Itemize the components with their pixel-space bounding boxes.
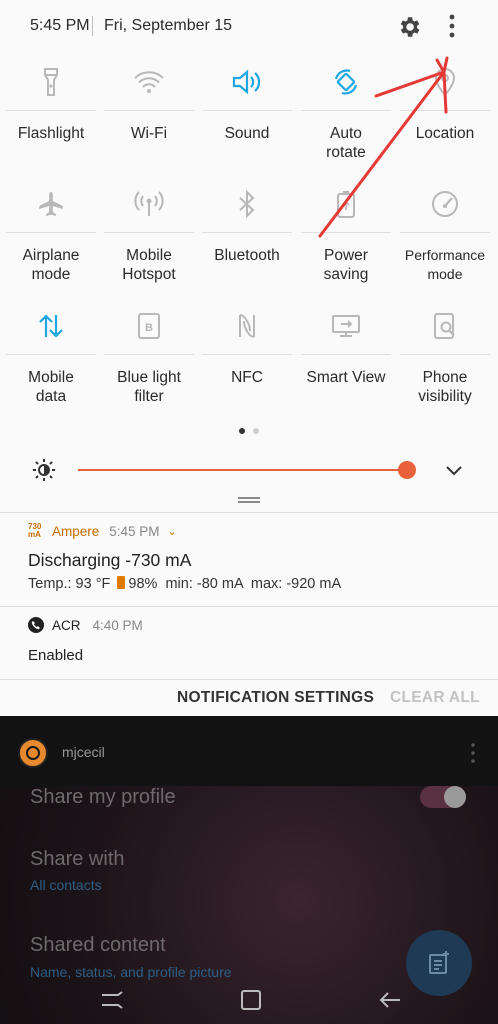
brightness-sun-icon [33,459,55,481]
wifi-icon [134,71,164,93]
notification-detail: Temp.: 93 °F 98% min: -80 mA max: -920 m… [28,576,342,592]
hotspot-icon [134,191,164,216]
brightness-row [0,452,498,488]
notification-title: Discharging -730 mA [28,550,192,570]
tile-label: Auto rotate [326,125,366,161]
pref-share-with[interactable]: Share with [30,848,125,871]
avatar[interactable] [18,738,48,768]
app-overflow-menu-icon[interactable] [470,742,476,764]
tile-performance-mode[interactable]: Performance mode [396,178,494,300]
notification-acr[interactable]: ACR 4:40 PM Enabled [0,606,498,678]
tile-label: Airplane mode [22,247,80,283]
tile-airplane-mode[interactable]: Airplane mode [2,178,100,300]
bluetooth-icon [239,189,255,219]
nfc-icon [239,314,255,338]
overflow-menu-icon[interactable] [440,12,464,40]
tile-label: Blue light filter [117,369,181,405]
navigation-bar [0,976,498,1024]
status-date: Fri, September 15 [104,17,233,34]
auto-rotate-icon [334,69,358,95]
notification-ampere[interactable]: 730 mA Ampere 5:45 PM ⌄ Discharging -730… [0,513,498,605]
tile-label: Bluetooth [214,247,280,264]
status-time: 5:45 PM [30,17,90,34]
back-icon[interactable] [376,986,404,1014]
clear-all-button[interactable]: CLEAR ALL [390,689,480,707]
page-dot-active [239,428,245,434]
sound-icon [232,69,261,95]
phone-call-icon [28,617,44,633]
tile-sound[interactable]: Sound [198,56,296,178]
tile-nfc[interactable]: NFC [198,300,296,422]
tile-phone-visibility[interactable]: Phone visibility [396,300,494,422]
chevron-down-icon[interactable] [444,460,464,480]
notification-settings-button[interactable]: NOTIFICATION SETTINGS [177,689,374,707]
tile-label: Location [415,125,475,142]
recent-apps-icon[interactable] [98,986,126,1014]
tile-label: Phone visibility [418,369,472,405]
tile-label: Mobile data [28,369,74,405]
status-separator [92,16,93,36]
expand-chevron-icon[interactable]: ⌄ [168,525,177,538]
tile-label: Smart View [306,369,386,386]
battery-icon [117,576,126,589]
notification-app-name: ACR [52,617,81,633]
tile-label: Mobile Hotspot [122,247,176,283]
ampere-app-icon: 730 mA [28,522,42,539]
tile-auto-rotate[interactable]: Auto rotate [297,56,395,178]
brightness-slider-track[interactable] [78,469,408,471]
share-profile-toggle[interactable] [420,786,466,808]
tile-label: NFC [231,369,263,386]
pref-share-profile[interactable]: Share my profile [30,786,176,809]
airplane-icon [39,192,63,216]
svg-text:B: B [145,322,153,334]
pref-share-with-value: All contacts [30,877,102,893]
tile-label: Sound [224,125,270,142]
tile-label: Flashlight [17,125,85,142]
tile-smart-view[interactable]: Smart View [297,300,395,422]
flashlight-icon [44,68,58,96]
tile-power-saving[interactable]: Power saving [297,178,395,300]
page-dot [253,428,259,434]
notification-actions: NOTIFICATION SETTINGS CLEAR ALL [0,679,498,716]
blue-light-filter-icon: B [138,313,160,339]
tile-label: Wi-Fi [130,125,168,142]
tile-wifi[interactable]: Wi-Fi [100,56,198,178]
notification-app-name: Ampere [52,523,100,539]
compose-icon [429,951,449,974]
smart-view-icon [332,315,360,337]
home-icon[interactable] [237,986,265,1014]
tile-blue-light-filter[interactable]: B Blue light filter [100,300,198,422]
tile-mobile-data[interactable]: Mobile data [2,300,100,422]
phone-visibility-icon [434,313,455,339]
tile-location[interactable]: Location [396,56,494,178]
pref-shared-content[interactable]: Shared content [30,934,166,957]
settings-gear-icon[interactable] [396,14,422,40]
tile-label: Performance mode [404,247,486,282]
notification-shade: 5:45 PM Fri, September 15 Flashlight Wi-… [0,0,498,716]
brightness-slider-thumb[interactable] [398,461,417,479]
location-icon [434,67,456,97]
shade-drag-handle[interactable] [238,497,260,503]
notification-time: 5:45 PM [109,523,160,539]
performance-mode-icon [432,191,458,217]
mobile-data-icon [39,314,63,338]
notification-time: 4:40 PM [92,617,143,633]
tile-label: Power saving [323,247,369,283]
app-username: mjcecil [62,744,105,760]
tile-mobile-hotspot[interactable]: Mobile Hotspot [100,178,198,300]
tile-bluetooth[interactable]: Bluetooth [198,178,296,300]
status-bar: 5:45 PM Fri, September 15 [0,0,498,56]
power-saving-icon [337,191,355,218]
notification-body: Enabled [28,647,84,664]
tile-flashlight[interactable]: Flashlight [2,56,100,178]
page-indicator [0,428,498,434]
